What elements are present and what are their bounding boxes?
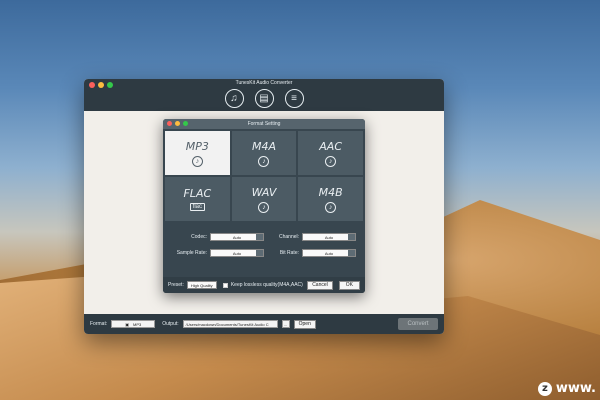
toolbar: ♫ ▤ ≡ — [84, 89, 444, 108]
bit-rate-row: Bit Rate: Auto — [265, 249, 356, 257]
lossless-label: Keep lossless quality(M4A,AAC) — [230, 282, 303, 288]
dialog-zoom-icon[interactable] — [183, 121, 188, 126]
format-tile-flac[interactable]: FLAC flac — [165, 177, 230, 221]
format-name: M4A — [251, 139, 276, 153]
output-path-field[interactable]: /Users/macdown/Documents/TunesKit Audio … — [182, 320, 278, 328]
music-note-icon: ♪ — [258, 155, 270, 167]
format-button[interactable]: ▣ MP3 — [111, 320, 156, 328]
sample-rate-row: Sample Rate: Auto — [163, 249, 264, 257]
add-files-button[interactable]: ▤ — [254, 89, 274, 108]
bit-rate-label: Bit Rate: — [279, 250, 299, 256]
music-note-icon: ♪ — [325, 201, 337, 213]
history-button[interactable]: ≡ — [284, 89, 304, 108]
format-tile-m4b[interactable]: M4B ♪ — [298, 177, 363, 221]
dialog-close-icon[interactable] — [167, 121, 172, 126]
channel-label: Channel: — [278, 234, 299, 240]
dialog-titlebar: Format Setting — [163, 119, 365, 129]
dialog-title: Format Setting — [247, 121, 281, 127]
preset-label: Preset: — [168, 282, 184, 288]
format-name: FLAC — [183, 187, 212, 200]
flac-icon: flac — [189, 203, 205, 211]
dialog-minimize-icon[interactable] — [175, 121, 180, 126]
watermark: z www. — [537, 381, 596, 396]
browse-button[interactable]: ... — [281, 320, 290, 328]
watermark-text: www. — [555, 381, 596, 396]
format-name: M4B — [318, 185, 343, 199]
output-label: Output: — [162, 321, 179, 327]
music-note-icon: ♫ — [230, 93, 238, 104]
format-name: MP3 — [185, 139, 209, 153]
sample-rate-select[interactable]: Auto — [210, 249, 264, 257]
format-tile-aac[interactable]: AAC ♪ — [298, 131, 363, 175]
ok-button[interactable]: OK — [338, 280, 360, 290]
list-check-icon: ≡ — [291, 93, 297, 104]
format-tile-mp3[interactable]: MP3 ♪ — [165, 131, 230, 175]
add-music-button[interactable]: ♫ — [224, 89, 244, 108]
channel-select[interactable]: Auto — [302, 233, 356, 241]
music-note-icon: ♪ — [258, 201, 270, 213]
music-note-icon: ♪ — [325, 155, 337, 167]
document-icon: ▤ — [259, 93, 269, 104]
bit-rate-select[interactable]: Auto — [302, 249, 356, 257]
format-tile-wav[interactable]: WAV ♪ — [231, 177, 297, 221]
sample-rate-label: Sample Rate: — [176, 250, 207, 256]
dialog-window-controls — [167, 121, 188, 126]
codec-select[interactable]: Auto — [210, 233, 264, 241]
format-tile-m4a[interactable]: M4A ♪ — [231, 131, 297, 175]
music-note-icon: ♪ — [191, 155, 203, 167]
format-name: AAC — [319, 139, 343, 153]
window-footer: Format: ▣ MP3 Output: /Users/macdown/Doc… — [84, 314, 444, 334]
open-button[interactable]: Open — [293, 319, 316, 329]
audio-format-icon: ▣ — [125, 321, 129, 327]
cancel-button[interactable]: Cancel — [307, 280, 333, 290]
preset-select[interactable]: High Quality — [186, 281, 217, 289]
format-name: WAV — [251, 185, 277, 199]
convert-button[interactable]: Convert — [398, 318, 438, 330]
codec-row: Codec: Auto — [163, 233, 264, 241]
window-titlebar: TunesKit Audio Converter ♫ ▤ ≡ — [84, 79, 444, 111]
dialog-footer: Preset: High Quality Keep lossless quali… — [163, 277, 365, 293]
format-setting-dialog: Format Setting MP3 ♪ M4A ♪ AAC ♪ FLAC fl… — [163, 119, 365, 293]
format-label: Format: — [90, 321, 108, 327]
format-value: MP3 — [133, 321, 142, 327]
format-grid: MP3 ♪ M4A ♪ AAC ♪ FLAC flac WAV ♪ M4B ♪ — [165, 131, 363, 221]
watermark-logo-icon: z — [537, 381, 552, 396]
channel-row: Channel: Auto — [265, 233, 356, 241]
window-title: TunesKit Audio Converter — [235, 80, 293, 86]
codec-label: Codec: — [191, 234, 207, 240]
audio-settings: Codec: Auto Channel: Auto Sample Rate: A… — [163, 227, 365, 271]
lossless-checkbox[interactable] — [222, 282, 228, 288]
